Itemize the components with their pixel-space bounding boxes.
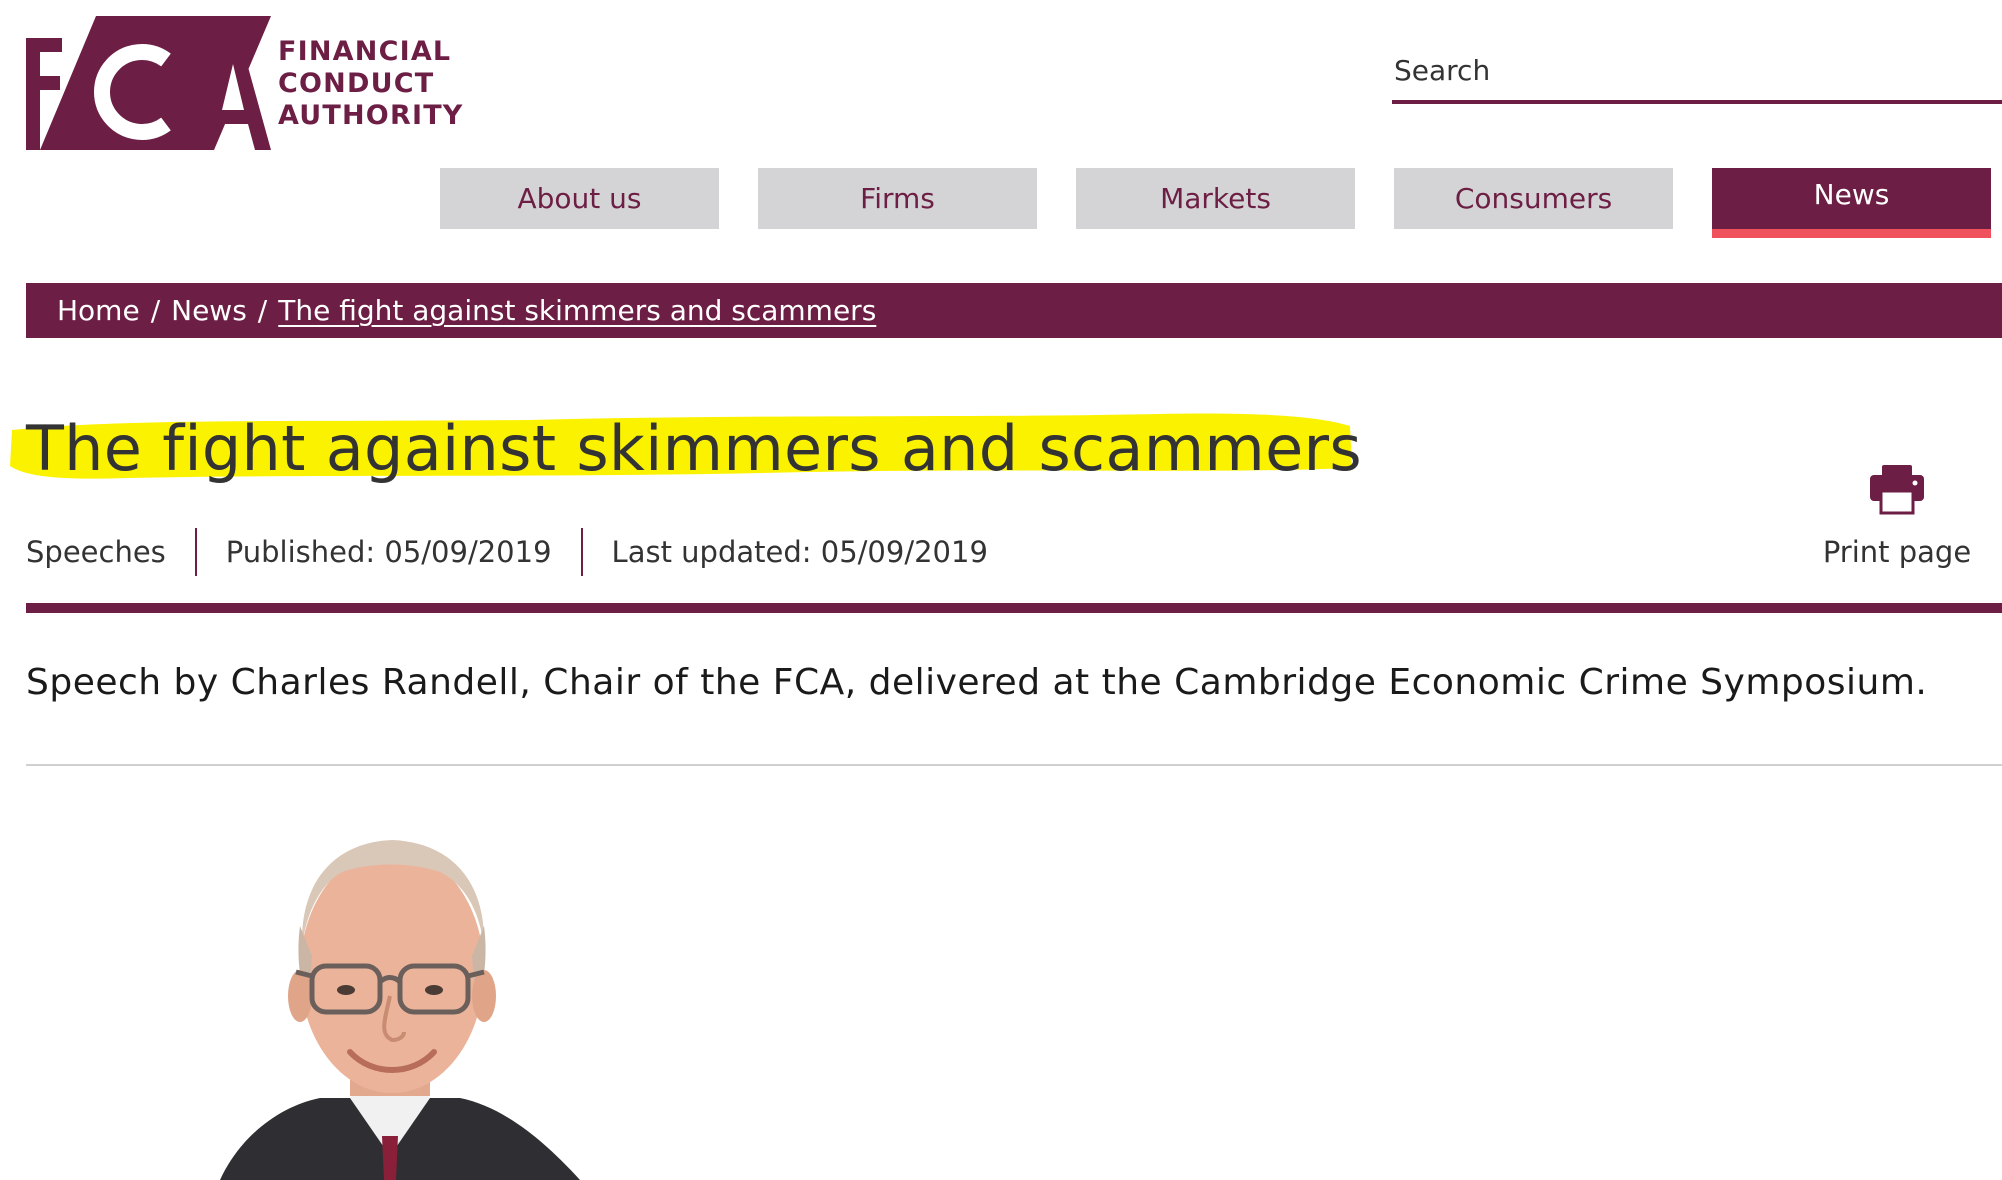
- content-divider: [26, 764, 2002, 766]
- fca-logo-icon: [26, 16, 271, 150]
- page-title: The fight against skimmers and scammers: [26, 412, 1362, 485]
- search-input[interactable]: [1392, 46, 2002, 94]
- breadcrumb-home[interactable]: Home: [57, 294, 140, 327]
- print-page-label: Print page: [1822, 535, 1972, 569]
- tab-markets[interactable]: Markets: [1076, 168, 1355, 229]
- article-meta: Speeches Published: 05/09/2019 Last upda…: [26, 528, 988, 576]
- printer-icon: [1870, 465, 1924, 515]
- last-updated-date: Last updated: 05/09/2019: [611, 535, 988, 569]
- published-date: Published: 05/09/2019: [225, 535, 552, 569]
- tab-label: About us: [517, 182, 642, 215]
- logo-word: FINANCIAL: [278, 36, 452, 67]
- breadcrumb-separator: /: [150, 294, 161, 327]
- speaker-portrait: [200, 806, 580, 1180]
- tab-consumers[interactable]: Consumers: [1394, 168, 1673, 229]
- print-page-button[interactable]: Print page: [1822, 463, 1972, 573]
- tab-label: Markets: [1160, 182, 1271, 215]
- logo-word: AUTHORITY: [278, 100, 464, 131]
- tab-about-us[interactable]: About us: [440, 168, 719, 229]
- breadcrumb-news[interactable]: News: [171, 294, 247, 327]
- tab-label: Consumers: [1454, 182, 1613, 215]
- fca-logo[interactable]: FINANCIAL CONDUCT AUTHORITY: [26, 16, 462, 150]
- breadcrumb-current[interactable]: The fight against skimmers and scammers: [278, 294, 876, 327]
- tab-news[interactable]: News: [1712, 168, 1991, 238]
- meta-divider: [194, 528, 197, 576]
- meta-divider: [580, 528, 583, 576]
- tab-label: News: [1813, 178, 1890, 211]
- article-summary: Speech by Charles Randell, Chair of the …: [26, 662, 1928, 703]
- page-title-wrapper: The fight against skimmers and scammers: [8, 408, 1362, 485]
- header-divider: [26, 603, 2002, 613]
- breadcrumb: Home / News / The fight against skimmers…: [26, 283, 2002, 338]
- search-box: [1392, 46, 2002, 104]
- tab-firms[interactable]: Firms: [758, 168, 1037, 229]
- tab-label: Firms: [860, 182, 935, 215]
- logo-word: CONDUCT: [278, 68, 435, 99]
- logo-wordmark: FINANCIAL CONDUCT AUTHORITY: [278, 36, 464, 132]
- main-nav: About us Firms Markets Consumers News: [0, 168, 2002, 240]
- article-type: Speeches: [26, 535, 166, 569]
- breadcrumb-separator: /: [257, 294, 268, 327]
